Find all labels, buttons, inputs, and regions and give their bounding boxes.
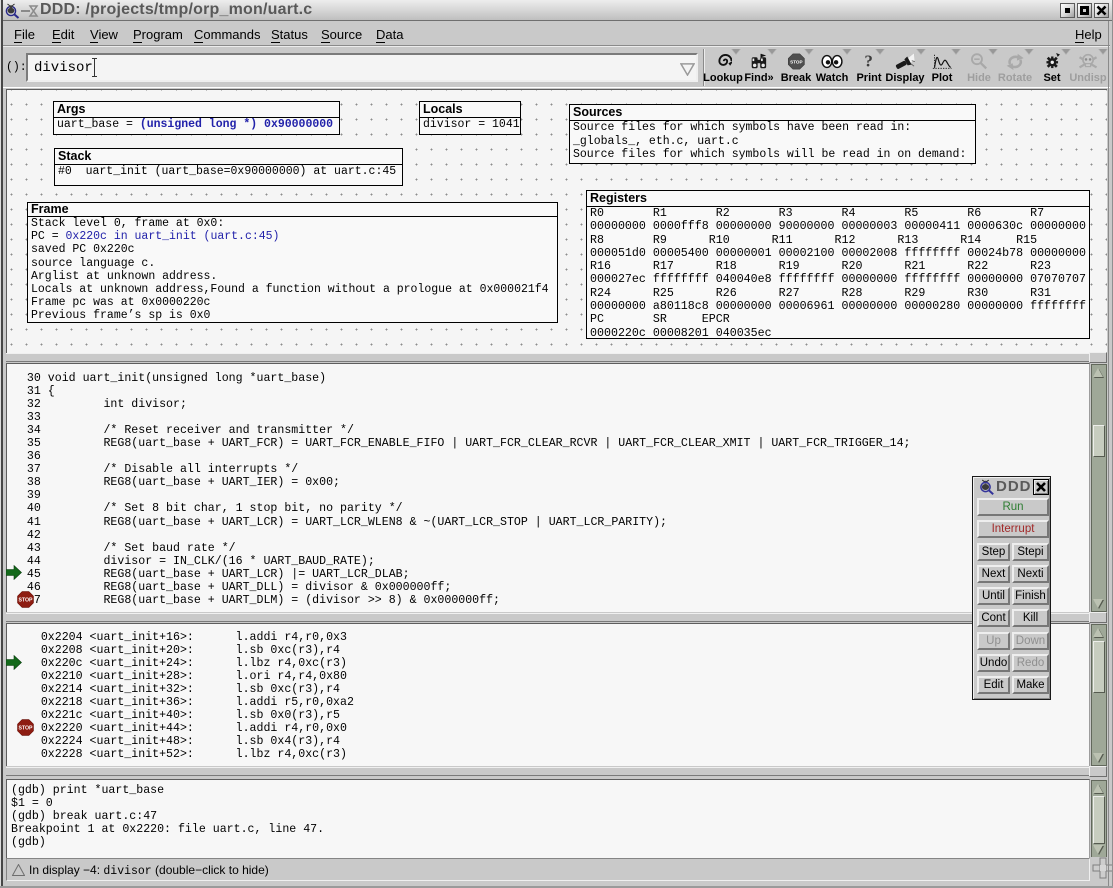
svg-text:?: ? [865,53,874,70]
svg-text:STOP: STOP [790,60,802,65]
svg-text:STOP: STOP [18,726,33,732]
svg-text:STOP: STOP [18,598,33,604]
